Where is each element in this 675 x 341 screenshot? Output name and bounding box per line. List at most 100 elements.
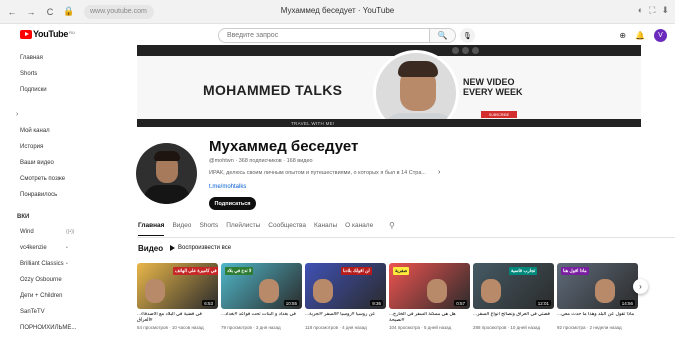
- search-box: 🔍: [218, 28, 456, 43]
- sidebar: Главная Shorts Подписки › Мой канал Исто…: [0, 48, 122, 341]
- subscribe-button[interactable]: Подписаться: [209, 197, 256, 210]
- video-title[interactable]: ...عن روسيا #روسيا #السفر #تجربة: [305, 312, 386, 324]
- banner-travel-text: TRAVEL WITH ME!: [291, 121, 335, 126]
- video-thumbnail[interactable]: لن اقولك بلادنا 9:36: [305, 263, 386, 309]
- thumbnail-person: [259, 279, 279, 303]
- video-title[interactable]: ...في بغداد و البنات تحت قواعد #بغداد: [221, 312, 302, 324]
- forward-arrow-icon[interactable]: →: [24, 5, 38, 19]
- channel-name: Мухаммед беседует: [209, 138, 359, 155]
- channel-stats: @mohtwn · 368 подписчиков · 168 видео: [209, 158, 313, 164]
- sidebar-sub-item[interactable]: Ozzy Osbourne: [20, 277, 62, 283]
- thumbnail-person: [145, 279, 165, 303]
- tab-about[interactable]: О канале: [345, 222, 373, 236]
- banner-top-strip: [137, 45, 641, 56]
- reload-icon[interactable]: C: [43, 5, 57, 19]
- live-dot-icon: ((•)): [66, 229, 75, 235]
- tab-playlists[interactable]: Плейлисты: [226, 222, 260, 236]
- social-icon: [452, 47, 459, 54]
- microphone-icon[interactable]: 🎙: [460, 28, 475, 43]
- thumbnail-caption: تجارب قاسية: [509, 267, 538, 275]
- social-icon: [462, 47, 469, 54]
- channel-banner: MOHAMMED TALKS NEW VIDEO EVERY WEEK TRAV…: [137, 45, 641, 127]
- subscriptions-header: ВКИ: [17, 214, 30, 220]
- video-duration: 14:56: [619, 300, 635, 306]
- channel-link[interactable]: t.me/mohtalks: [209, 184, 246, 190]
- play-all-button[interactable]: Воспроизвести все: [170, 245, 231, 251]
- sidebar-item-history[interactable]: История: [20, 144, 43, 150]
- browser-toolbar: ← → C 🔒 www.youtube.com Мухаммед беседуе…: [0, 0, 675, 24]
- create-video-icon[interactable]: ⊕: [619, 31, 626, 40]
- video-title[interactable]: ...ماذا تقول عن البلد وهذا ما حدث معي: [557, 312, 638, 324]
- sidebar-sub-item[interactable]: vc4kenzie: [20, 245, 47, 251]
- video-duration: 10:55: [283, 300, 299, 306]
- video-thumbnail[interactable]: في كاميرة على الهاتف 6:53: [137, 263, 218, 309]
- sidebar-item-home[interactable]: Главная: [20, 55, 43, 61]
- channel-description[interactable]: ИРАК, делюсь своим личным опытом и путеш…: [209, 170, 426, 176]
- video-meta: 92 просмотра · 2 недели назад: [557, 325, 622, 330]
- video-meta: 54 просмотров · 10 часов назад: [137, 325, 204, 330]
- banner-tagline-line1: NEW VIDEO: [463, 77, 515, 87]
- tab-videos[interactable]: Видео: [172, 222, 191, 236]
- thumbnail-caption: صفرية: [393, 267, 410, 275]
- thumbnail-person: [595, 279, 615, 303]
- sidebar-item-my-channel[interactable]: Мой канал: [20, 128, 50, 134]
- search-icon[interactable]: 🔍: [429, 29, 455, 42]
- back-arrow-icon[interactable]: ←: [5, 5, 19, 19]
- header-actions: ⊕ 🔔 V: [619, 29, 667, 42]
- banner-tagline: NEW VIDEO EVERY WEEK: [463, 77, 523, 97]
- tab-channels[interactable]: Каналы: [314, 222, 337, 236]
- thumbnail-person: [481, 279, 501, 303]
- sidebar-item-subscriptions[interactable]: Подписки: [20, 87, 47, 93]
- social-icon: [472, 47, 479, 54]
- banner-title: MOHAMMED TALKS: [203, 82, 343, 98]
- thumbnail-caption: في كاميرة على الهاتف: [173, 267, 218, 275]
- thumbnail-caption: ماذا اقول هنا: [561, 267, 589, 275]
- sidebar-sub-item[interactable]: Wind: [20, 229, 34, 235]
- video-title[interactable]: ...في قضية في البلاد مع الأصدقاء #العراق: [137, 312, 218, 324]
- video-title[interactable]: ...قصتي في العراق ونصائح أنواع السفر: [473, 312, 554, 324]
- search-input[interactable]: [219, 29, 429, 42]
- youtube-logo[interactable]: YouTube RU: [20, 29, 75, 39]
- search-icon[interactable]: ⚲: [389, 221, 395, 230]
- channel-tabs: Главная Видео Shorts Плейлисты Сообществ…: [138, 222, 373, 236]
- video-thumbnail[interactable]: تجارب قاسية 12:01: [473, 263, 554, 309]
- channel-avatar[interactable]: [136, 143, 197, 204]
- user-avatar[interactable]: V: [654, 29, 667, 42]
- video-duration: 9:36: [370, 300, 383, 306]
- chevron-right-icon[interactable]: ›: [633, 279, 648, 294]
- sidebar-sub-item[interactable]: Дети + Children: [20, 293, 62, 299]
- video-meta: 79 просмотров · 3 дня назад: [221, 325, 281, 330]
- chevron-right-icon[interactable]: ›: [438, 169, 440, 176]
- notifications-bell-icon[interactable]: 🔔: [635, 31, 645, 40]
- download-icon[interactable]: ⬇: [661, 5, 669, 16]
- video-meta: 104 просмотра · 5 дней назад: [389, 325, 452, 330]
- video-meta: 118 просмотров · 4 дня назад: [305, 325, 367, 330]
- sidebar-sub-item[interactable]: SanTeTV: [20, 309, 45, 315]
- chevron-right-icon[interactable]: ›: [16, 111, 18, 118]
- tab-community[interactable]: Сообщества: [268, 222, 306, 236]
- youtube-play-icon: [20, 29, 32, 39]
- video-duration: 0:57: [454, 300, 467, 306]
- video-thumbnail[interactable]: ماذا اقول هنا 14:56: [557, 263, 638, 309]
- reader-icon[interactable]: ◐: [638, 5, 643, 16]
- video-meta: 288 просмотров · 10 дней назад: [473, 325, 541, 330]
- videos-section-title: Видео: [138, 244, 164, 253]
- sidebar-sub-item[interactable]: ПОРНОИХИЛЬМЕ...: [20, 325, 76, 331]
- banner-bottom-strip: [137, 119, 641, 127]
- video-title[interactable]: ...هل هي ممكنة السفر في الخارج #نصيحة: [389, 312, 470, 324]
- sidebar-item-watch-later[interactable]: Смотреть позже: [20, 176, 65, 182]
- play-all-label: Воспроизвести все: [178, 245, 232, 251]
- video-thumbnail[interactable]: لا تدع في بلاد 10:55: [221, 263, 302, 309]
- tab-shorts[interactable]: Shorts: [199, 222, 218, 236]
- new-content-dot-icon: •: [66, 261, 68, 267]
- video-thumbnail[interactable]: صفرية 0:57: [389, 263, 470, 309]
- sidebar-sub-item[interactable]: Brilliant Classics: [20, 261, 64, 267]
- tab-home[interactable]: Главная: [138, 222, 165, 236]
- sidebar-item-liked[interactable]: Понравилось: [20, 192, 57, 198]
- sidebar-item-your-videos[interactable]: Ваши видео: [20, 160, 54, 166]
- extensions-icon[interactable]: ⛶: [649, 5, 655, 16]
- new-content-dot-icon: •: [66, 245, 68, 251]
- banner-tagline-line2: EVERY WEEK: [463, 87, 523, 97]
- sidebar-item-shorts[interactable]: Shorts: [20, 71, 37, 77]
- address-bar[interactable]: www.youtube.com: [84, 4, 154, 19]
